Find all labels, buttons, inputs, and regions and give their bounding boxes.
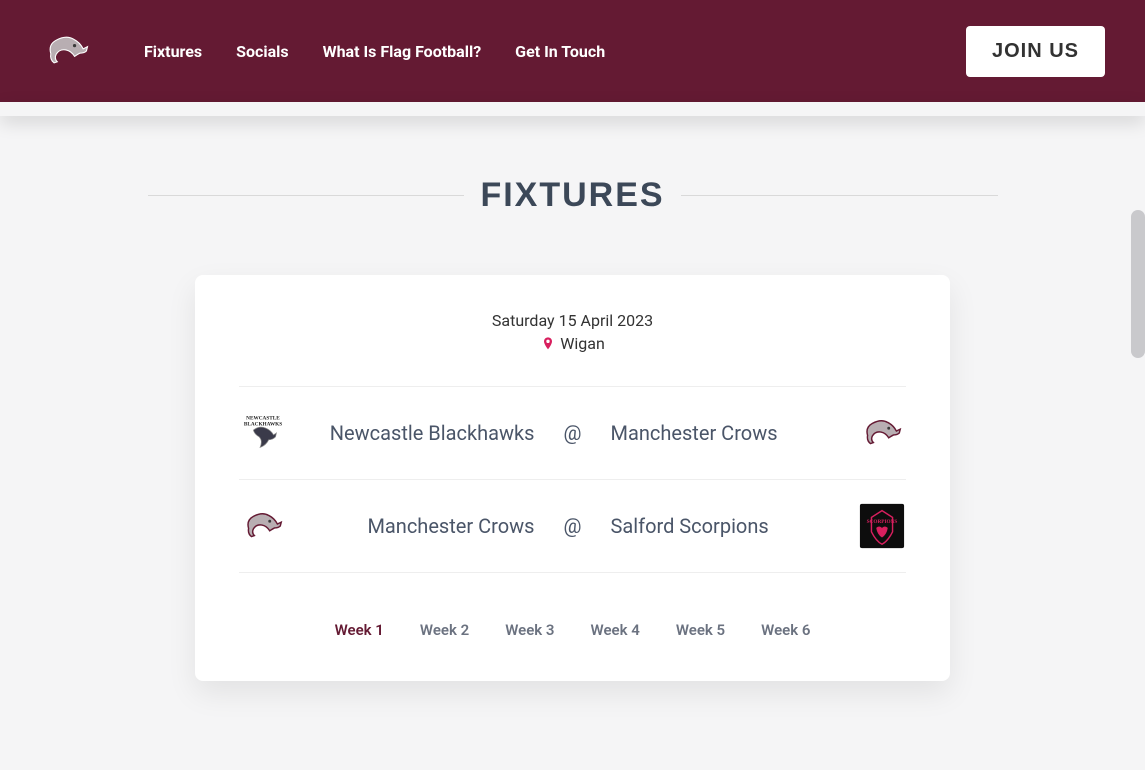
location-text: Wigan	[560, 334, 605, 353]
site-header: Fixtures Socials What Is Flag Football? …	[0, 0, 1145, 102]
svg-text:SCORPIONS: SCORPIONS	[867, 519, 898, 525]
week-tab-2[interactable]: Week 2	[420, 621, 469, 639]
crow-icon	[40, 24, 94, 78]
week-tabs: Week 1 Week 2 Week 3 Week 4 Week 5 Week …	[239, 621, 906, 639]
match-at-symbol: @	[553, 514, 593, 538]
week-tab-6[interactable]: Week 6	[761, 621, 810, 639]
nav-contact[interactable]: Get In Touch	[515, 42, 605, 61]
section-title: FIXTURES	[480, 176, 664, 215]
join-us-button[interactable]: JOIN US	[966, 26, 1105, 77]
team-logo-scorpions-icon: SCORPIONS	[858, 502, 906, 550]
match-away-team: Salford Scorpions	[593, 514, 847, 538]
section-heading-row: FIXTURES	[148, 176, 998, 215]
match-row: NEWCASTLE BLACKHAWKS Newcastle Blackhawk…	[239, 387, 906, 480]
header-shadow	[0, 102, 1145, 116]
team-logo-crows-icon	[858, 409, 906, 457]
match-home-team: Newcastle Blackhawks	[299, 421, 553, 445]
match-row: Manchester Crows @ Salford Scorpions SCO…	[239, 480, 906, 573]
match-at-symbol: @	[553, 421, 593, 445]
fixture-card-header: Saturday 15 April 2023 Wigan	[239, 311, 906, 356]
divider-left	[148, 195, 465, 196]
week-tab-1[interactable]: Week 1	[335, 621, 384, 639]
fixtures-section: FIXTURES Saturday 15 April 2023 Wigan NE…	[148, 176, 998, 681]
week-tab-4[interactable]: Week 4	[591, 621, 640, 639]
match-away-team: Manchester Crows	[593, 421, 847, 445]
divider-right	[681, 195, 998, 196]
map-pin-icon	[540, 336, 556, 352]
main-nav: Fixtures Socials What Is Flag Football? …	[144, 42, 966, 61]
fixture-card: Saturday 15 April 2023 Wigan NEWCASTLE B…	[195, 275, 950, 681]
scrollbar-thumb[interactable]	[1131, 210, 1145, 358]
fixture-location: Wigan	[540, 334, 605, 353]
svg-text:BLACKHAWKS: BLACKHAWKS	[244, 421, 282, 427]
fixture-date: Saturday 15 April 2023	[239, 311, 906, 330]
match-list: NEWCASTLE BLACKHAWKS Newcastle Blackhawk…	[239, 386, 906, 573]
match-home-team: Manchester Crows	[299, 514, 553, 538]
week-tab-3[interactable]: Week 3	[505, 621, 554, 639]
nav-fixtures[interactable]: Fixtures	[144, 42, 202, 61]
nav-socials[interactable]: Socials	[236, 42, 288, 61]
team-logo-crows-icon	[239, 502, 287, 550]
svg-text:NEWCASTLE: NEWCASTLE	[246, 415, 280, 421]
nav-what-is[interactable]: What Is Flag Football?	[323, 42, 482, 61]
week-tab-5[interactable]: Week 5	[676, 621, 725, 639]
team-logo-blackhawks-icon: NEWCASTLE BLACKHAWKS	[239, 409, 287, 457]
brand-logo[interactable]	[40, 24, 94, 78]
